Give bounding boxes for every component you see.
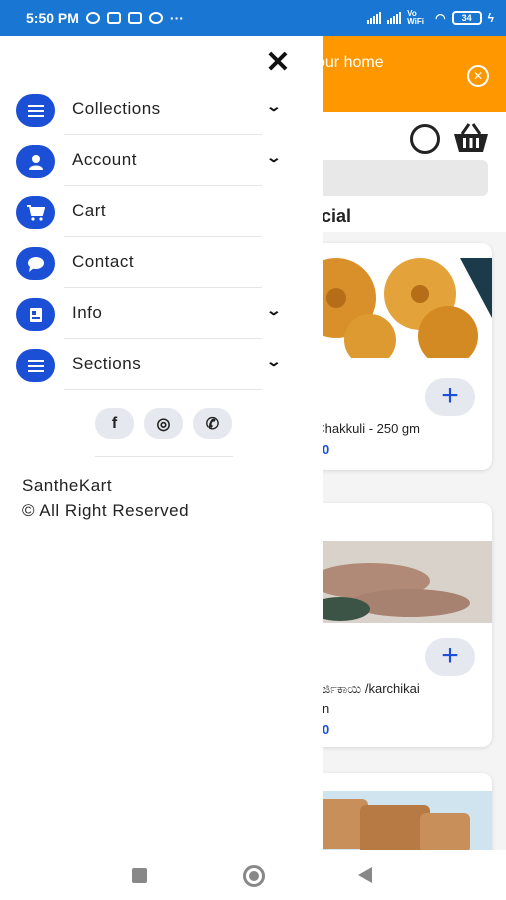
add-to-cart-button[interactable]: + bbox=[425, 638, 475, 676]
menu-item-contact[interactable]: Contact bbox=[0, 237, 323, 288]
battery-icon: 34 bbox=[451, 11, 482, 25]
list-icon bbox=[16, 94, 55, 127]
wifi-icon: ◠ bbox=[435, 11, 446, 25]
cart-icon bbox=[16, 196, 55, 229]
banner-close-icon[interactable]: ✕ bbox=[467, 65, 489, 87]
copyright-text: © All Right Reserved bbox=[22, 501, 190, 520]
list-icon bbox=[16, 349, 55, 382]
banner-text: our home bbox=[316, 54, 384, 71]
home-button[interactable] bbox=[243, 865, 265, 887]
menu-item-label: Sections bbox=[72, 354, 142, 373]
divider bbox=[95, 456, 233, 457]
brand-name: SantheKart bbox=[22, 476, 113, 495]
product-name-continued: n bbox=[322, 701, 330, 716]
more-notifications: ··· bbox=[169, 10, 184, 26]
menu-item-cart[interactable]: Cart bbox=[0, 186, 323, 237]
chevron-down-icon[interactable]: ⌄ bbox=[266, 302, 282, 319]
person-icon bbox=[16, 145, 55, 178]
laptop-icon bbox=[127, 12, 142, 24]
whatsapp-icon[interactable] bbox=[410, 124, 440, 154]
drawer-menu: Collections ⌄ Account ⌄ Cart Contact Inf… bbox=[0, 84, 323, 390]
message-icon bbox=[106, 12, 121, 24]
product-price: 0 bbox=[322, 722, 330, 737]
menu-item-sections[interactable]: Sections ⌄ bbox=[0, 339, 323, 390]
charging-icon: ϟ bbox=[487, 11, 494, 25]
divider bbox=[64, 389, 262, 390]
product-card[interactable] bbox=[300, 773, 492, 850]
product-image-sweet bbox=[300, 791, 492, 850]
menu-item-label: Cart bbox=[72, 201, 107, 220]
menu-item-label: Account bbox=[72, 150, 137, 169]
add-to-cart-button[interactable]: + bbox=[425, 378, 475, 416]
navigation-drawer: ✕ Collections ⌄ Account ⌄ Cart Contact I… bbox=[0, 36, 323, 850]
product-image-karchikai bbox=[300, 541, 492, 623]
product-card[interactable]: + / Chakkuli - 250 gm 0 bbox=[300, 243, 492, 470]
battery-level: 34 bbox=[461, 13, 472, 23]
product-image-chakkuli bbox=[300, 258, 492, 358]
basket-icon[interactable] bbox=[452, 122, 490, 154]
system-nav-bar bbox=[0, 850, 506, 900]
search-input[interactable] bbox=[300, 160, 488, 196]
menu-item-info[interactable]: Info ⌄ bbox=[0, 288, 323, 339]
menu-item-label: Info bbox=[72, 303, 103, 322]
signal-icon bbox=[367, 12, 382, 24]
search-app-icon bbox=[148, 12, 163, 24]
back-button[interactable] bbox=[358, 867, 372, 883]
menu-item-label: Contact bbox=[72, 252, 135, 271]
chevron-down-icon[interactable]: ⌄ bbox=[266, 353, 282, 370]
document-icon bbox=[16, 298, 55, 331]
signal-2-icon bbox=[387, 12, 402, 24]
chat-icon bbox=[16, 247, 55, 280]
social-links: f ◎ ✆ bbox=[95, 408, 232, 439]
menu-item-label: Collections bbox=[72, 99, 161, 118]
menu-item-account[interactable]: Account ⌄ bbox=[0, 135, 323, 186]
facebook-icon[interactable]: f bbox=[95, 408, 134, 439]
product-price: 0 bbox=[322, 442, 330, 457]
product-card[interactable]: + ಜಿ/ಗರ್ಜಿಕಾಯಿ /karchikai n 0 bbox=[300, 503, 492, 747]
chevron-down-icon[interactable]: ⌄ bbox=[266, 149, 282, 166]
status-bar: 5:50 PM ··· Vo WiFi ◠ 34 ϟ bbox=[0, 0, 506, 36]
alarm-icon bbox=[85, 12, 100, 24]
vowifi-label: Vo WiFi bbox=[407, 9, 424, 26]
chevron-down-icon[interactable]: ⌄ bbox=[266, 98, 282, 115]
menu-item-collections[interactable]: Collections ⌄ bbox=[0, 84, 323, 135]
product-name: / Chakkuli - 250 gm bbox=[308, 421, 420, 436]
status-time: 5:50 PM bbox=[26, 10, 79, 26]
recent-apps-button[interactable] bbox=[132, 868, 147, 883]
instagram-icon[interactable]: ◎ bbox=[144, 408, 183, 439]
close-drawer-button[interactable]: ✕ bbox=[264, 48, 292, 78]
whatsapp-icon[interactable]: ✆ bbox=[193, 408, 232, 439]
